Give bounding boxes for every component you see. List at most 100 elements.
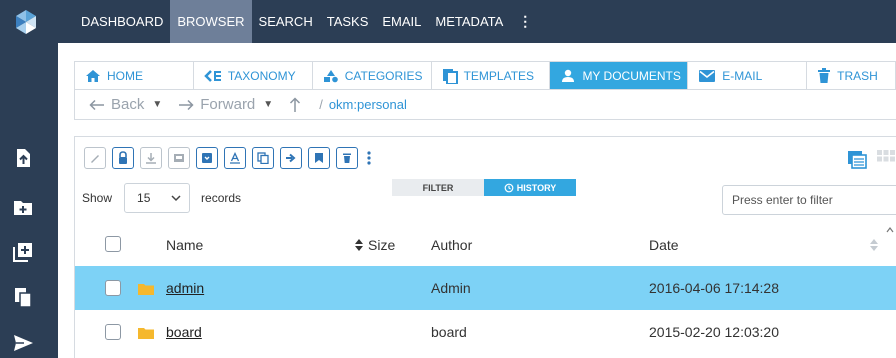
tab-categories[interactable]: CATEGORIES [313, 62, 432, 89]
arrow-up-icon [290, 96, 301, 112]
top-navbar: DASHBOARD BROWSER SEARCH TASKS EMAIL MET… [0, 0, 896, 43]
add-folder-icon[interactable] [12, 196, 34, 218]
bookmark-icon [315, 153, 323, 163]
send-icon[interactable] [12, 332, 34, 354]
view-switcher [846, 149, 896, 169]
mail-icon [699, 69, 716, 82]
more-menu-icon[interactable]: ⋮ [510, 0, 540, 43]
history-icon [504, 183, 514, 192]
tab-my-documents[interactable]: MY DOCUMENTS [550, 62, 689, 89]
archive-icon [202, 153, 212, 163]
table-header: Name Size Author Date [75, 224, 896, 266]
lock-icon [119, 151, 127, 164]
delete-icon [343, 153, 351, 163]
row-date: 2015-02-20 12:03:20 [649, 324, 779, 340]
list-view-icon[interactable] [846, 149, 868, 169]
download-button[interactable] [140, 147, 162, 169]
tab-home-label: HOME [107, 68, 143, 83]
tab-email-label: E-MAIL [722, 68, 763, 83]
row-author: Admin [431, 280, 471, 296]
file-toolbar [84, 147, 374, 171]
file-browser-panel: Show 15 records FILTER HISTORY Press ent… [74, 136, 896, 358]
back-button[interactable]: Back ▼ [89, 96, 162, 113]
copy-button[interactable] [252, 147, 274, 169]
menu-search[interactable]: SEARCH [252, 0, 320, 43]
download-icon [146, 153, 156, 164]
folder-icon [138, 328, 154, 339]
add-item-icon[interactable] [12, 241, 34, 263]
menu-metadata[interactable]: METADATA [428, 0, 510, 43]
user-icon [562, 69, 575, 82]
sort-icon[interactable] [870, 239, 878, 251]
copy-icon [257, 152, 269, 164]
left-sidebar [0, 43, 58, 358]
select-all-checkbox[interactable] [105, 236, 121, 252]
home-icon [86, 69, 100, 82]
row-checkbox[interactable] [105, 280, 121, 296]
arrow-right-icon [179, 99, 194, 110]
copy-icon[interactable] [12, 286, 34, 308]
add-document-icon[interactable] [12, 147, 34, 169]
column-date[interactable]: Date [649, 237, 679, 253]
taxonomy-icon [204, 69, 221, 82]
filter-tab[interactable]: FILTER [392, 179, 484, 196]
text-icon [230, 152, 240, 164]
bookmark-button[interactable] [308, 147, 330, 169]
navigator-tabs: HOME TAXONOMY CATEGORIES TEMPLATES MY DO… [74, 61, 896, 90]
delete-button[interactable] [336, 147, 358, 169]
text-button[interactable] [224, 147, 246, 169]
table-row[interactable]: board board 2015-02-20 12:03:20 [75, 310, 896, 354]
path-navbar: Back ▼ Forward ▼ / okm:personal [74, 90, 896, 120]
filter-input[interactable]: Press enter to filter [722, 185, 896, 215]
app-logo-icon[interactable] [12, 8, 40, 36]
tab-taxonomy[interactable]: TAXONOMY [194, 62, 313, 89]
row-name-link[interactable]: board [166, 324, 202, 340]
column-author[interactable]: Author [431, 237, 472, 253]
forward-button[interactable]: Forward ▼ [178, 96, 273, 113]
page-size-value: 15 [137, 191, 151, 205]
history-tab-label: HISTORY [516, 182, 557, 193]
lock-button[interactable] [112, 147, 134, 169]
tab-home[interactable]: HOME [75, 62, 194, 89]
show-label: Show [82, 191, 113, 205]
scanner-button[interactable] [168, 147, 190, 169]
tab-my-documents-label: MY DOCUMENTS [582, 68, 681, 83]
move-button[interactable] [280, 147, 302, 169]
page-size-control: Show 15 records [82, 183, 241, 213]
archive-button[interactable] [196, 147, 218, 169]
row-name-link[interactable]: admin [166, 280, 204, 296]
menu-browser[interactable]: BROWSER [170, 0, 252, 43]
menu-email[interactable]: EMAIL [375, 0, 428, 43]
current-path[interactable]: okm:personal [329, 97, 407, 112]
tab-templates[interactable]: TEMPLATES [432, 62, 551, 89]
menu-dashboard[interactable]: DASHBOARD [74, 0, 170, 43]
row-checkbox[interactable] [105, 324, 121, 340]
menu-tasks[interactable]: TASKS [320, 0, 376, 43]
tab-trash[interactable]: TRASH [807, 62, 896, 89]
column-size-label: Size [368, 237, 396, 253]
row-author: board [431, 324, 467, 340]
documents-table: Name Size Author Date admin Admin 2016-0… [75, 224, 896, 354]
chevron-down-icon: ▼ [263, 99, 274, 110]
up-button[interactable] [289, 96, 301, 113]
edit-button[interactable] [84, 147, 106, 169]
column-name[interactable]: Name [166, 237, 203, 253]
browser-content: HOME TAXONOMY CATEGORIES TEMPLATES MY DO… [58, 43, 896, 358]
sort-icon [355, 239, 363, 251]
edit-icon [91, 155, 99, 163]
history-tab[interactable]: HISTORY [484, 179, 576, 196]
tab-templates-label: TEMPLATES [463, 68, 535, 83]
grid-view-icon[interactable] [876, 149, 896, 169]
chevron-down-icon [171, 195, 181, 202]
more-actions-icon[interactable] [364, 147, 374, 169]
tab-email[interactable]: E-MAIL [688, 62, 808, 89]
page-size-select[interactable]: 15 [124, 183, 191, 213]
table-row[interactable]: admin Admin 2016-04-06 17:14:28 [75, 266, 896, 310]
templates-icon [442, 68, 458, 84]
arrow-left-icon [89, 99, 104, 110]
scroll-up-icon[interactable] [886, 227, 894, 233]
categories-icon [323, 69, 338, 82]
back-label: Back [111, 96, 145, 113]
column-size[interactable]: Size [355, 237, 395, 253]
records-label: records [201, 191, 242, 205]
